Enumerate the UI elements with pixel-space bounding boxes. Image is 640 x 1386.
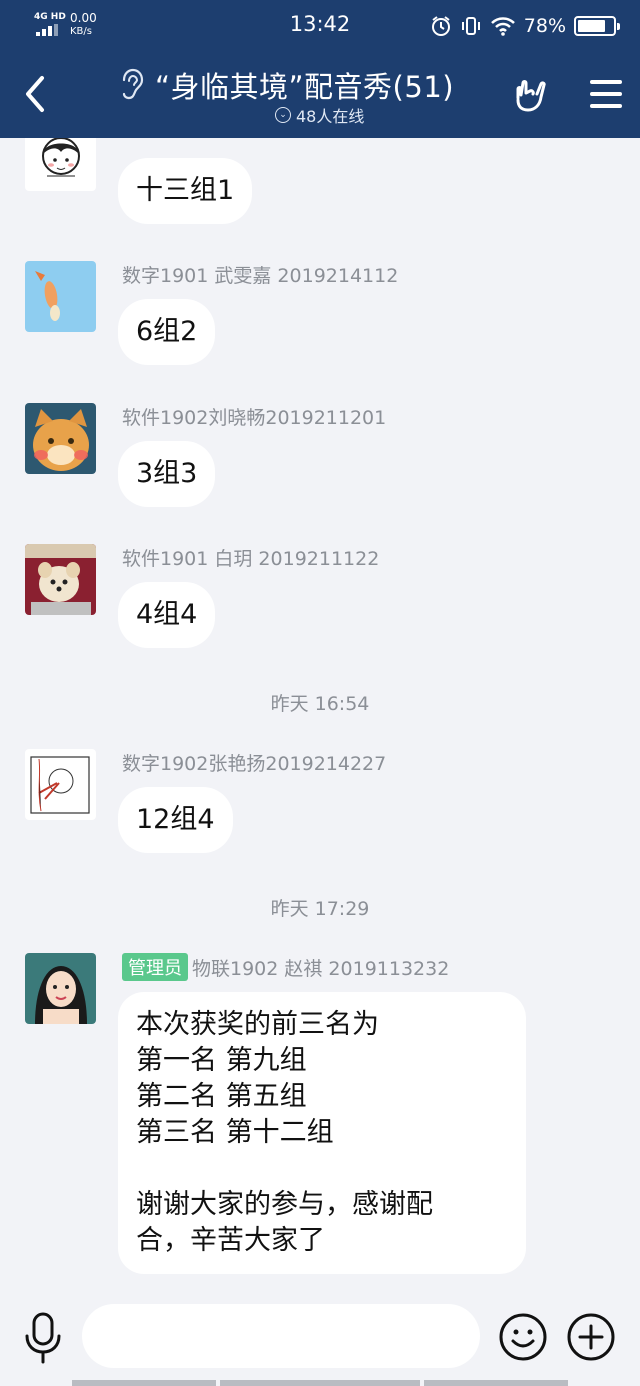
avatar[interactable]	[25, 953, 96, 1024]
message-bubble[interactable]: 十三组1	[118, 158, 253, 224]
hand-icon[interactable]	[510, 74, 552, 116]
online-count-label: 48人在线	[296, 107, 365, 126]
battery-level	[578, 20, 605, 32]
battery-percent: 78%	[523, 15, 566, 37]
message-bubble[interactable]: 6组2	[118, 299, 216, 365]
back-icon[interactable]	[18, 72, 54, 116]
battery-icon	[574, 16, 620, 36]
message-bubble[interactable]: 12组4	[118, 787, 233, 853]
group-title[interactable]: “身临其境”配音秀(51)	[155, 64, 454, 106]
wifi-icon	[490, 17, 515, 36]
message-bubble[interactable]: 4组4	[118, 582, 216, 648]
admin-badge: 管理员	[122, 953, 188, 981]
sender-name: 数字1901 武雯嘉 2019214112	[122, 265, 399, 287]
home-indicator	[220, 1380, 420, 1386]
avatar[interactable]	[25, 749, 96, 820]
microphone-icon[interactable]	[22, 1310, 64, 1366]
chevron-down-icon: ⌄	[275, 107, 291, 123]
status-bar: 4G HD 0.00 KB/s 13:42 78%	[0, 0, 640, 50]
sender-name: 软件1901 白玥 2019211122	[122, 548, 380, 570]
status-icons: 78%	[430, 12, 620, 40]
time-separator: 昨天 17:29	[270, 898, 370, 920]
message-input[interactable]	[82, 1304, 480, 1368]
message-bubble[interactable]: 3组3	[118, 441, 216, 507]
sender-name: 数字1902张艳扬2019214227	[122, 753, 387, 775]
alarm-icon	[431, 16, 450, 36]
home-indicator	[72, 1380, 216, 1386]
online-count[interactable]: ⌄ 48人在线	[275, 103, 364, 127]
avatar[interactable]	[25, 544, 96, 615]
menu-icon[interactable]	[590, 78, 624, 110]
input-bar	[0, 1290, 640, 1386]
time-separator: 昨天 16:54	[270, 693, 370, 715]
add-icon[interactable]	[566, 1312, 616, 1362]
message-bubble[interactable]: 本次获奖的前三名为 第一名 第九组 第二名 第五组 第三名 第十二组 谢谢大家的…	[118, 992, 526, 1274]
avatar[interactable]	[25, 261, 96, 332]
avatar[interactable]	[25, 403, 96, 474]
chat-header: “身临其境”配音秀(51) ⌄ 48人在线	[0, 50, 640, 138]
sender-name: 物联1902 赵祺 2019113232	[192, 957, 450, 980]
top-bar: 4G HD 0.00 KB/s 13:42 78% “身临其境”配音秀(51) …	[0, 0, 640, 138]
sender-line: 管理员 物联1902 赵祺 2019113232	[122, 953, 449, 981]
avatar[interactable]	[25, 138, 96, 191]
emoji-icon[interactable]	[498, 1312, 548, 1362]
vibrate-icon	[461, 17, 480, 35]
home-indicator	[424, 1380, 568, 1386]
chat-area[interactable]: 十三组1 数字1901 武雯嘉 2019214112 6组2 软件1902刘晓畅…	[0, 138, 640, 1290]
ear-icon[interactable]	[118, 66, 146, 102]
sender-name: 软件1902刘晓畅2019211201	[122, 407, 387, 429]
